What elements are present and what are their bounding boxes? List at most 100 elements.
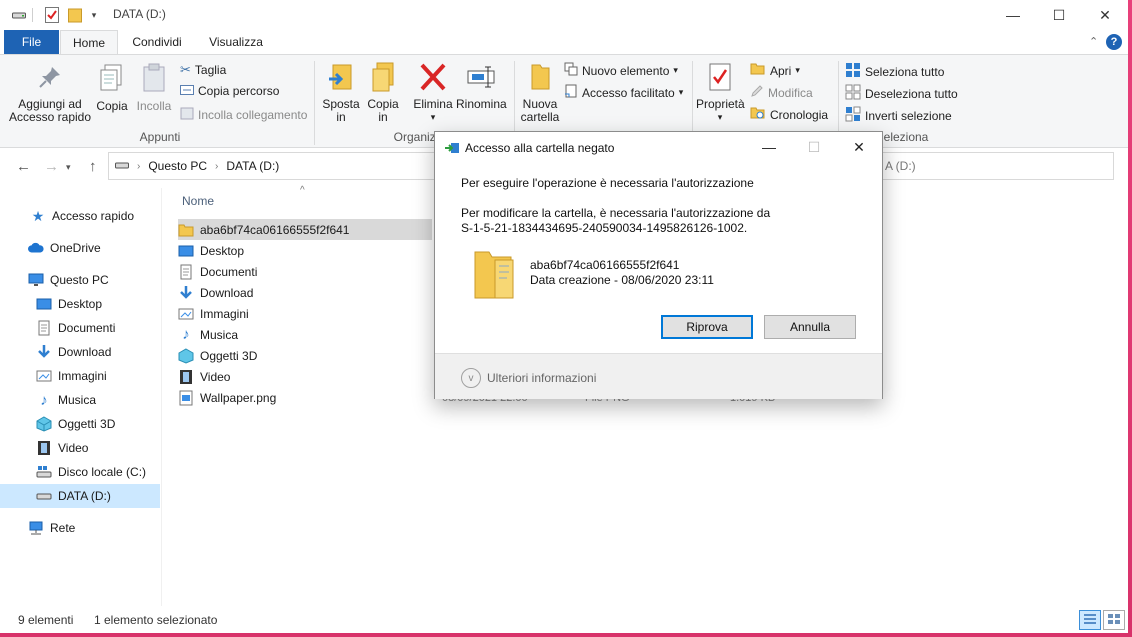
maximize-button[interactable]: ☐ [1036, 0, 1082, 30]
pin-quick-access-button[interactable]: Aggiungi ad Accesso rapido [8, 65, 92, 124]
edit-button[interactable]: Modifica [750, 84, 813, 101]
list-item[interactable]: Immagini [178, 303, 428, 324]
folder-icon [178, 222, 194, 238]
sidebar-item-disco-locale-c[interactable]: Disco locale (C:) [0, 460, 160, 484]
cut-button[interactable]: ✂ Taglia [180, 62, 226, 78]
tab-home[interactable]: Home [60, 30, 118, 54]
sidebar-item-desktop[interactable]: Desktop [0, 292, 160, 316]
dialog-maximize-button[interactable]: ☐ [791, 132, 837, 162]
copy-button[interactable]: Copia [94, 63, 130, 113]
tab-condividi[interactable]: Condividi [124, 30, 190, 54]
paste-shortcut-button[interactable]: Incolla collegamento [180, 106, 307, 123]
sidebar-item-immagini[interactable]: Immagini [0, 364, 160, 388]
select-all-button[interactable]: Seleziona tutto [845, 62, 944, 81]
minimize-button[interactable]: — [990, 0, 1036, 30]
dialog-minimize-button[interactable]: — [746, 132, 792, 162]
chevron-down-icon: v [461, 368, 481, 388]
sidebar-item-label: Video [58, 441, 89, 455]
properties-check-icon [707, 63, 733, 96]
sidebar-item-musica[interactable]: ♪ Musica [0, 388, 160, 412]
select-none-button[interactable]: Deseleziona tutto [845, 84, 958, 103]
open-dropdown-icon: ▾ [795, 65, 800, 75]
open-button[interactable]: Apri ▾ [750, 62, 800, 79]
history-button[interactable]: Cronologia [750, 106, 828, 123]
file-name: Download [200, 285, 254, 300]
up-arrow-icon[interactable]: ↑ [89, 158, 97, 175]
list-item[interactable]: Desktop [178, 240, 428, 261]
delete-button[interactable]: Elimina ▾ [412, 61, 454, 124]
search-field-fragment[interactable]: A (D:) [885, 159, 916, 173]
list-item[interactable]: Download [178, 282, 428, 303]
new-folder-label-2: cartella [520, 110, 560, 124]
sidebar-item-onedrive[interactable]: OneDrive [0, 236, 160, 260]
sidebar-item-rete[interactable]: Rete [0, 516, 160, 540]
invert-selection-button[interactable]: Inverti selezione [845, 106, 952, 125]
tab-file[interactable]: File [4, 30, 59, 54]
select-all-icon [845, 62, 861, 81]
sidebar-item-label: Desktop [58, 297, 103, 311]
properties-icon[interactable] [44, 7, 60, 23]
sidebar-item-documenti[interactable]: Documenti [0, 316, 160, 340]
pin-label-2: Accesso rapido [8, 110, 92, 124]
help-icon[interactable]: ? [1106, 34, 1122, 50]
document-icon [36, 320, 52, 336]
sidebar-item-download[interactable]: Download [0, 340, 160, 364]
more-details-toggle[interactable]: v Ulteriori informazioni [461, 368, 596, 388]
open-folder-icon [750, 62, 766, 79]
move-to-button[interactable]: Sposta in [320, 61, 362, 124]
details-view-button[interactable] [1079, 610, 1101, 630]
copy-to-button[interactable]: Copia in [364, 61, 402, 124]
properties-button[interactable]: Proprietà ▾ [696, 61, 745, 124]
ribbon-separator [314, 61, 315, 145]
history-icon [750, 106, 766, 123]
new-folder-button[interactable]: Nuova cartella [518, 61, 562, 124]
forward-arrow-icon[interactable]: → [44, 158, 59, 175]
copy-path-button[interactable]: Copia percorso [180, 84, 279, 98]
download-arrow-icon [178, 285, 194, 301]
desktop-icon [178, 243, 194, 259]
list-item[interactable]: Video [178, 366, 428, 387]
move-to-icon [327, 64, 355, 96]
customize-toolbar-icon[interactable]: ▾ [87, 7, 101, 23]
properties-dropdown-icon: ▾ [717, 112, 723, 122]
list-item[interactable]: Wallpaper.png [178, 387, 428, 408]
list-item[interactable]: Oggetti 3D [178, 345, 428, 366]
sidebar-item-oggetti-3d[interactable]: Oggetti 3D [0, 412, 160, 436]
list-item[interactable]: ♪ Musica [178, 324, 428, 345]
list-item[interactable]: Documenti [178, 261, 428, 282]
new-item-button[interactable]: Nuovo elemento ▾ [564, 62, 678, 79]
network-icon [28, 520, 44, 536]
close-button[interactable]: ✕ [1082, 0, 1128, 30]
column-header-nome[interactable]: Nome [182, 194, 214, 208]
tab-visualizza[interactable]: Visualizza [200, 30, 272, 54]
breadcrumb-questo-pc[interactable]: Questo PC [148, 159, 207, 173]
dialog-close-button[interactable]: ✕ [836, 132, 882, 162]
select-none-label: Deseleziona tutto [865, 86, 958, 101]
back-arrow-icon[interactable]: ← [16, 158, 31, 175]
sidebar-item-questo-pc[interactable]: Questo PC [0, 268, 160, 292]
system-drive-icon [36, 464, 52, 480]
sidebar-item-data-d[interactable]: DATA (D:) [0, 484, 160, 508]
new-folder-icon[interactable] [67, 7, 83, 23]
sidebar-item-label: Documenti [58, 321, 116, 335]
sidebar-item-video[interactable]: Video [0, 436, 160, 460]
list-item[interactable]: aba6bf74ca06166555f2f641 [178, 219, 432, 240]
easy-access-dropdown-icon: ▾ [678, 87, 684, 97]
select-all-label: Seleziona tutto [865, 64, 945, 79]
breadcrumb-data-d[interactable]: DATA (D:) [226, 159, 279, 173]
properties-label: Proprietà [696, 97, 745, 111]
pictures-icon [36, 368, 52, 384]
large-icons-view-button[interactable] [1103, 610, 1125, 630]
rename-button[interactable]: Rinomina [456, 61, 507, 111]
easy-access-button[interactable]: Accesso facilitato ▾ [564, 84, 683, 101]
permission-detail: Per modificare la cartella, è necessaria… [461, 206, 771, 220]
paste-button[interactable]: Incolla [134, 63, 174, 113]
sidebar-item-accesso-rapido[interactable]: ★ Accesso rapido [0, 204, 160, 228]
ribbon-tabs: File Home Condividi Visualizza ⌃ ? [0, 30, 1128, 54]
retry-button[interactable]: Riprova [661, 315, 753, 339]
document-icon [178, 264, 194, 280]
cancel-button[interactable]: Annulla [764, 315, 856, 339]
easy-access-icon [564, 84, 578, 101]
collapse-ribbon-icon[interactable]: ⌃ [1089, 35, 1098, 48]
recent-dropdown-icon[interactable]: ▾ [66, 162, 71, 173]
